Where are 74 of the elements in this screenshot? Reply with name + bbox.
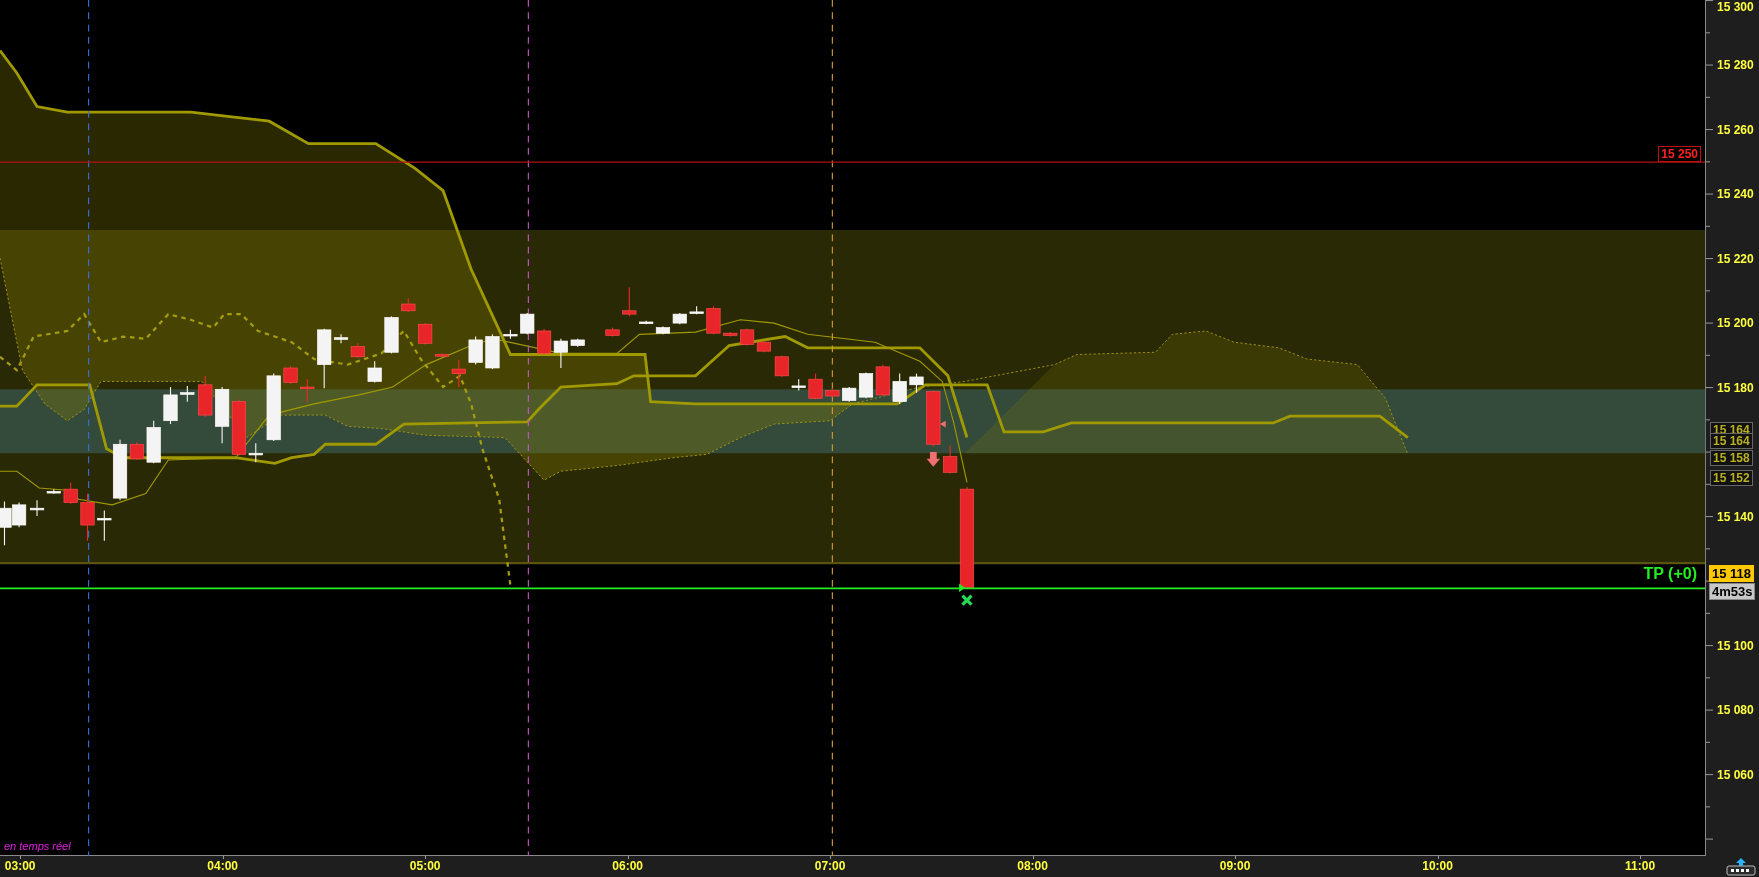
indicator-value-tag: 15 158 [1710, 449, 1753, 466]
candlestick [300, 378, 315, 403]
time-label: 11:00 [1625, 860, 1656, 872]
candlestick [468, 336, 483, 366]
candlestick [80, 493, 95, 542]
price-label: 15 060 [1717, 768, 1754, 781]
price-label: 15 100 [1717, 639, 1754, 652]
scroll-to-end-icon[interactable] [1726, 857, 1756, 876]
last-price-tag: 15 118 [1709, 565, 1755, 583]
candlestick [401, 297, 416, 313]
time-label: 09:00 [1219, 860, 1251, 872]
candlestick [503, 329, 518, 340]
candlestick [367, 360, 382, 384]
candlestick [283, 365, 298, 385]
candlestick [943, 444, 958, 474]
candlestick [774, 355, 789, 378]
candlestick [706, 305, 721, 335]
candlestick [892, 373, 907, 405]
candlestick [198, 375, 213, 418]
candlestick [520, 312, 535, 335]
candlestick [808, 373, 823, 400]
indicator-value-tag: 15 152 [1710, 469, 1753, 486]
candlestick [46, 488, 61, 495]
price-label: 15 180 [1717, 381, 1754, 394]
price-alert-tag: 15 250 [1658, 145, 1701, 162]
candlestick [723, 331, 738, 338]
candlestick [875, 364, 890, 397]
candlestick [926, 389, 941, 448]
left-triangle-icon [940, 420, 946, 428]
bar-timer-tag: 4m53s [1709, 583, 1756, 601]
candlestick [248, 442, 263, 463]
price-label: 15 260 [1717, 123, 1754, 136]
status-text: en temps réel [4, 841, 71, 852]
time-label: 05:00 [409, 860, 441, 872]
time-label: 03:00 [4, 860, 36, 872]
candlestick [163, 386, 178, 425]
price-label: 15 140 [1717, 510, 1754, 523]
take-profit-label: TP (+0) [1643, 566, 1697, 582]
candlestick [146, 420, 161, 464]
candlestick [215, 386, 230, 444]
time-label: 10:00 [1422, 860, 1453, 872]
candlestick [384, 315, 399, 354]
price-label: 15 200 [1717, 317, 1754, 330]
candlestick [266, 373, 281, 442]
time-label: 07:00 [814, 860, 846, 872]
cross-icon [961, 594, 973, 606]
price-label: 15 240 [1717, 188, 1754, 201]
candlestick [231, 398, 246, 457]
candlestick [909, 373, 924, 394]
price-label: 15 080 [1717, 704, 1754, 717]
candlestick [791, 378, 806, 391]
candlestick [689, 305, 704, 315]
candlestick [537, 328, 552, 356]
candlestick [553, 338, 568, 369]
candlestick [180, 385, 195, 403]
candlestick [622, 286, 637, 317]
candlestick [605, 327, 620, 338]
price-label: 15 220 [1717, 252, 1754, 265]
indicator-value-tag: 15 164 [1710, 432, 1753, 449]
candlestick [570, 338, 585, 348]
candlestick [418, 322, 433, 345]
time-label: 06:00 [612, 860, 643, 872]
candlestick [485, 333, 500, 370]
candlestick [29, 499, 45, 517]
time-label: 04:00 [207, 860, 238, 872]
candlestick [63, 481, 78, 505]
candlestick [672, 312, 687, 325]
time-label: 08:00 [1017, 860, 1048, 872]
price-label: 15 300 [1717, 1, 1754, 13]
down-arrow-icon [926, 452, 941, 467]
price-label: 15 280 [1717, 59, 1754, 72]
candlestick [825, 387, 840, 398]
candlestick [97, 509, 112, 542]
right-triangle-icon [959, 583, 965, 593]
